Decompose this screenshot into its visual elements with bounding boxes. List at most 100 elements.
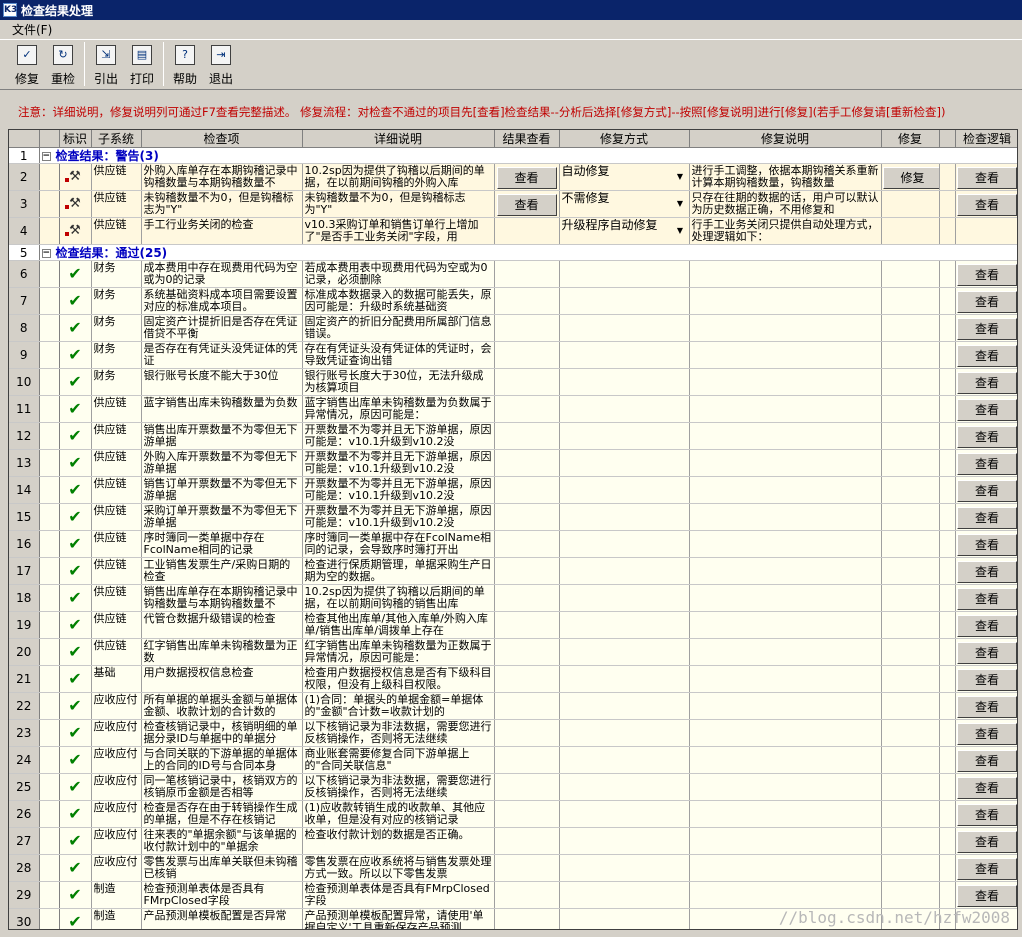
method-cell[interactable]: 不需修复 ▼ [559, 190, 690, 218]
table-row[interactable]: 2 ⚒ 供应链 外购入库单存在本期钩稽记录中钩稽数量与本期钩稽数量不 10.2sp因为提… [9, 163, 1017, 191]
table-row[interactable]: 23 ✔ 应收应付 检查核销记录中，核销明细的单据分录ID与单据中的单据分 以下核销记录… [9, 719, 1017, 747]
table-row[interactable]: 21 ✔ 基础 用户数据授权信息检查 检查用户数据授权信息是否有下级科目权限，但没有上级… [9, 665, 1017, 693]
item-cell: 蓝字销售出库未钩稽数量为负数 [141, 395, 303, 423]
check-logic-button[interactable]: 查看 [957, 696, 1017, 718]
table-row[interactable]: 17 ✔ 供应链 工业销售发票生产/采购日期的检查 检查进行保质期管理，单据采购生产日期… [9, 557, 1017, 585]
table-row[interactable]: 8 ✔ 财务 固定资产计提折旧是否存在凭证借贷不平衡 固定资产的折旧分配费用所属部门信息… [9, 314, 1017, 342]
spacer-cell [939, 746, 956, 774]
spacer-cell [939, 692, 956, 720]
check-logic-button[interactable]: 查看 [957, 831, 1017, 853]
check-logic-button[interactable]: 查看 [957, 858, 1017, 880]
table-row[interactable]: 14 ✔ 供应链 销售订单开票数量不为零但无下游单据 开票数量不为零并且无下游单据，原因… [9, 476, 1017, 504]
table-row[interactable]: 28 ✔ 应收应付 零售发票与出库单关联但未钩稽已核销 零售发票在应收系统将与销售发票处… [9, 854, 1017, 882]
dropdown-arrow-icon[interactable]: ▼ [674, 219, 687, 243]
fix-method-select[interactable]: 不需修复 ▼ [562, 192, 687, 216]
checkmark-icon: ✔ [68, 804, 82, 823]
table-row[interactable]: 12 ✔ 供应链 销售出库开票数量不为零但无下游单据 开票数量不为零并且无下游单据，原因… [9, 422, 1017, 450]
check-logic-button[interactable]: 查看 [957, 264, 1017, 286]
toolbar-export-button[interactable]: ⇲ 引出 [88, 42, 124, 88]
check-logic-button[interactable]: 查看 [957, 885, 1017, 907]
view-cell [494, 395, 560, 423]
check-logic-button[interactable]: 查看 [957, 561, 1017, 583]
row-number: 20 [9, 638, 40, 666]
method-cell[interactable]: 自动修复 ▼ [559, 163, 690, 191]
spacer-cell [939, 217, 956, 245]
header-method[interactable]: 修复方式 [559, 130, 690, 148]
table-row[interactable]: 6 ✔ 财务 成本费用中存在现费用代码为空或为0的记录 若成本费用表中现费用代码为空或为… [9, 260, 1017, 288]
check-logic-button[interactable]: 查看 [957, 291, 1017, 313]
check-logic-button[interactable]: 查看 [957, 194, 1017, 216]
method-cell [559, 827, 690, 855]
collapse-icon[interactable]: − [41, 151, 51, 161]
table-row[interactable]: 10 ✔ 财务 银行账号长度不能大于30位 银行账号长度大于30位，无法升级成为核算项目… [9, 368, 1017, 396]
check-logic-button[interactable]: 查看 [957, 804, 1017, 826]
table-row[interactable]: 4 ⚒ 供应链 手工行业务关闭的检查 v10.3采购订单和销售订单行上增加了"是否手工业… [9, 217, 1017, 245]
item-cell: 外购入库单存在本期钩稽记录中钩稽数量与本期钩稽数量不 [141, 163, 303, 191]
view-result-button[interactable]: 查看 [496, 167, 557, 189]
header-fix[interactable]: 修复 [881, 130, 940, 148]
menu-file[interactable]: 文件(F) [12, 21, 52, 38]
table-row[interactable]: 19 ✔ 供应链 代管仓数据升级错误的检查 检查其他出库单/其他入库单/外购入库单/销售… [9, 611, 1017, 639]
table-row[interactable]: 27 ✔ 应收应付 往来表的"单据余额"与该单据的收付款计划中的"单据余 检查收付款计划… [9, 827, 1017, 855]
header-view[interactable]: 结果查看 [494, 130, 560, 148]
toolbar-help-button[interactable]: ? 帮助 [167, 42, 203, 88]
check-logic-button[interactable]: 查看 [957, 777, 1017, 799]
result-grid[interactable]: 标识 子系统 检查项 详细说明 结果查看 修复方式 修复说明 修复 检查逻辑 1… [8, 129, 1018, 930]
header-detail[interactable]: 详细说明 [302, 130, 495, 148]
table-row[interactable]: 3 ⚒ 供应链 未钩稽数量不为0，但是钩稽标志为"Y" 未钩稽数量不为0，但是钩稽标志为… [9, 190, 1017, 218]
table-row[interactable]: 18 ✔ 供应链 销售出库单存在本期钩稽记录中钩稽数量与本期钩稽数量不 10.2sp因为… [9, 584, 1017, 612]
check-logic-button[interactable]: 查看 [957, 507, 1017, 529]
header-mark[interactable]: 标识 [59, 130, 92, 148]
row-number: 22 [9, 692, 40, 720]
check-logic-button[interactable]: 查看 [957, 345, 1017, 367]
header-item[interactable]: 检查项 [141, 130, 303, 148]
fix-method-select[interactable]: 自动修复 ▼ [562, 165, 687, 189]
header-logic[interactable]: 检查逻辑 [955, 130, 1017, 148]
check-logic-button[interactable]: 查看 [957, 669, 1017, 691]
table-row[interactable]: 29 ✔ 制造 检查预测单表体是否具有FMrpClosed字段 检查预测单表体是否具有F… [9, 881, 1017, 909]
table-row[interactable]: 20 ✔ 供应链 红字销售出库单未钩稽数量为正数 红字销售出库单未钩稽数量为正数属于异常… [9, 638, 1017, 666]
toolbar-print-button[interactable]: ▤ 打印 [124, 42, 160, 88]
check-logic-button[interactable]: 查看 [957, 534, 1017, 556]
toolbar-recheck-button[interactable]: ↻ 重检 [45, 42, 81, 88]
check-logic-button[interactable]: 查看 [957, 426, 1017, 448]
table-row[interactable]: 15 ✔ 供应链 采购订单开票数量不为零但无下游单据 开票数量不为零并且无下游单据，原因… [9, 503, 1017, 531]
table-row[interactable]: 7 ✔ 财务 系统基础资料成本项目需要设置对应的标准成本项目。 标准成本数据录入的数据可… [9, 287, 1017, 315]
check-logic-button[interactable]: 查看 [957, 642, 1017, 664]
view-result-button[interactable]: 查看 [496, 194, 557, 216]
check-logic-button[interactable]: 查看 [957, 399, 1017, 421]
check-logic-button[interactable]: 查看 [957, 453, 1017, 475]
method-cell[interactable]: 升级程序自动修复 ▼ [559, 217, 690, 245]
fix-button[interactable]: 修复 [882, 167, 938, 189]
table-row[interactable]: 25 ✔ 应收应付 同一笔核销记录中，核销双方的核销原币金额是否相等 以下核销记录为非法… [9, 773, 1017, 801]
header-fixdesc[interactable]: 修复说明 [689, 130, 882, 148]
check-logic-button[interactable]: 查看 [957, 318, 1017, 340]
table-row[interactable]: 13 ✔ 供应链 外购入库开票数量不为零但无下游单据 开票数量不为零并且无下游单据，原因… [9, 449, 1017, 477]
header-subsystem[interactable]: 子系统 [91, 130, 142, 148]
check-logic-button[interactable]: 查看 [957, 750, 1017, 772]
check-logic-button[interactable]: 查看 [957, 588, 1017, 610]
check-logic-button[interactable]: 查看 [957, 372, 1017, 394]
group-row-pass[interactable]: 5− 检查结果：通过(25) [9, 244, 1017, 261]
fix-cell [881, 665, 940, 693]
collapse-icon[interactable]: − [41, 248, 51, 258]
fix-method-select[interactable]: 升级程序自动修复 ▼ [562, 219, 687, 243]
dropdown-arrow-icon[interactable]: ▼ [674, 165, 687, 189]
spacer-cell [939, 287, 956, 315]
table-row[interactable]: 9 ✔ 财务 是否存在有凭证头没凭证体的凭证 存在有凭证头没有凭证体的凭证时，会导致凭证… [9, 341, 1017, 369]
table-row[interactable]: 16 ✔ 供应链 序时簿同一类单据中存在FcolName相同的记录 序时簿同一类单据中存… [9, 530, 1017, 558]
table-row[interactable]: 22 ✔ 应收应付 所有单据的单据头金额与单据体金额、收款计划的合计数的 (1)合同：单… [9, 692, 1017, 720]
table-row[interactable]: 11 ✔ 供应链 蓝字销售出库未钩稽数量为负数 蓝字销售出库单未钩稽数量为负数属于异常情… [9, 395, 1017, 423]
check-logic-button[interactable]: 查看 [957, 480, 1017, 502]
logic-cell: 查看 [955, 163, 1017, 191]
toolbar-exit-button[interactable]: ⇥ 退出 [203, 42, 239, 88]
table-row[interactable]: 24 ✔ 应收应付 与合同关联的下游单据的单据体上的合同的ID号与合同本身 商业账套需要… [9, 746, 1017, 774]
view-cell [494, 476, 560, 504]
check-logic-button[interactable]: 查看 [957, 615, 1017, 637]
group-row-warn[interactable]: 1− 检查结果：警告(3) [9, 147, 1017, 164]
table-row[interactable]: 26 ✔ 应收应付 检查是否存在由于转销操作生成的单据，但是不存在核销记 (1)应收款转… [9, 800, 1017, 828]
check-logic-button[interactable]: 查看 [957, 723, 1017, 745]
check-logic-button[interactable]: 查看 [957, 167, 1017, 189]
dropdown-arrow-icon[interactable]: ▼ [674, 192, 687, 216]
toolbar-fix-button[interactable]: ✓ 修复 [9, 42, 45, 88]
